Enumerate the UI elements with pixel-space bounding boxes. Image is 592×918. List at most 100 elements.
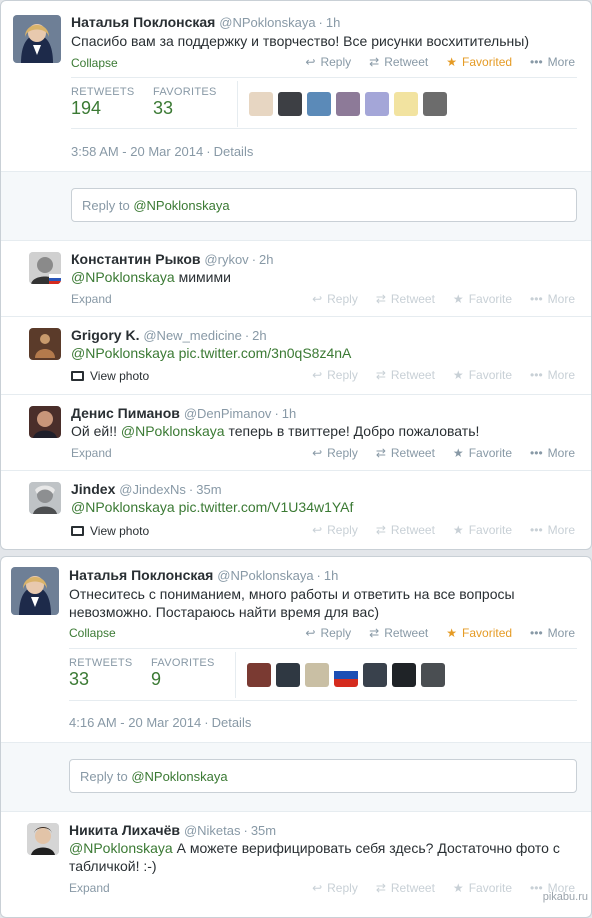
photo-link[interactable]: pic.twitter.com/V1U34w1YAf	[179, 499, 354, 515]
author-name[interactable]: Наталья Поклонская	[69, 567, 213, 583]
tweet-datetime[interactable]: 3:58 AM - 20 Mar 2014	[71, 144, 203, 159]
favorite-button[interactable]: ★ Favorited	[446, 55, 512, 69]
tweet-time[interactable]: 35m	[196, 482, 221, 497]
author-handle[interactable]: @Niketas	[184, 823, 241, 838]
author-handle[interactable]: @NPoklonskaya	[217, 568, 313, 583]
reply-button[interactable]: ↩ Reply	[305, 626, 351, 640]
avatar[interactable]	[29, 482, 61, 514]
author-handle[interactable]: @NPoklonskaya	[219, 15, 315, 30]
favoriter-avatar[interactable]	[307, 92, 331, 116]
reply-tweet[interactable]: Денис Пиманов @DenPimanov · 1h Ой ей!! @NP…	[1, 394, 591, 470]
collapse-link[interactable]: Collapse	[69, 626, 116, 640]
avatar[interactable]	[29, 328, 61, 360]
avatar[interactable]	[11, 567, 59, 615]
author-handle[interactable]: @DenPimanov	[184, 406, 272, 421]
mention-link[interactable]: @NPoklonskaya	[71, 345, 175, 361]
reply-tweet[interactable]: Grigory K. @New_medicine · 2h @NPoklonskay…	[1, 316, 591, 394]
avatar[interactable]	[13, 15, 61, 63]
reply-button[interactable]: ↩ Reply	[312, 446, 358, 460]
favoriter-avatar[interactable]	[247, 663, 271, 687]
tweet-datetime[interactable]: 4:16 AM - 20 Mar 2014	[69, 715, 201, 730]
retweets-stat[interactable]: RETWEETS 194	[71, 86, 135, 119]
author-name[interactable]: Наталья Поклонская	[71, 14, 215, 30]
more-button[interactable]: ••• More	[530, 523, 575, 537]
mention-link[interactable]: @NPoklonskaya	[69, 840, 173, 856]
reply-input[interactable]: Reply to @NPoklonskaya	[71, 188, 577, 222]
expand-link[interactable]: Expand	[71, 446, 112, 460]
author-handle[interactable]: @JindexNs	[119, 482, 186, 497]
favoriter-avatar[interactable]	[276, 663, 300, 687]
favorite-button[interactable]: ★ Favorite	[453, 292, 512, 306]
author-name[interactable]: Константин Рыков	[71, 251, 201, 267]
avatar[interactable]	[29, 252, 61, 284]
favoriter-avatar[interactable]	[394, 92, 418, 116]
tweet-time[interactable]: 1h	[324, 568, 338, 583]
more-button[interactable]: ••• More	[530, 55, 575, 69]
reply-button[interactable]: ↩ Reply	[305, 55, 351, 69]
view-photo-link[interactable]: View photo	[71, 369, 149, 383]
author-name[interactable]: Никита Лихачёв	[69, 822, 180, 838]
reply-button[interactable]: ↩ Reply	[312, 292, 358, 306]
author-name[interactable]: Grigory K.	[71, 327, 139, 343]
main-tweet[interactable]: Наталья Поклонская @NPoklonskaya · 1h Отне…	[1, 557, 591, 741]
reply-button[interactable]: ↩ Reply	[312, 881, 358, 895]
tweet-time[interactable]: 35m	[251, 823, 276, 838]
reply-tweet[interactable]: Константин Рыков @rykov · 2h @NPoklonskaya…	[1, 240, 591, 316]
favorite-button[interactable]: ★ Favorite	[453, 881, 512, 895]
favorites-stat[interactable]: FAVORITES 33	[153, 86, 217, 119]
favorite-button[interactable]: ★ Favorited	[446, 626, 512, 640]
mention-link[interactable]: @NPoklonskaya	[121, 423, 225, 439]
collapse-link[interactable]: Collapse	[71, 56, 118, 70]
details-link[interactable]: Details	[214, 144, 254, 159]
retweet-button[interactable]: ⇄ Retweet	[376, 881, 435, 895]
tweet-time[interactable]: 1h	[326, 15, 340, 30]
favoriter-avatar[interactable]	[365, 92, 389, 116]
favoriter-avatar[interactable]	[363, 663, 387, 687]
mention-link[interactable]: @NPoklonskaya	[71, 499, 175, 515]
retweet-button[interactable]: ⇄ Retweet	[376, 446, 435, 460]
reply-button[interactable]: ↩ Reply	[312, 523, 358, 537]
author-handle[interactable]: @rykov	[204, 252, 248, 267]
tweet-time[interactable]: 2h	[252, 328, 266, 343]
tweet-time[interactable]: 1h	[282, 406, 296, 421]
favorite-button[interactable]: ★ Favorite	[453, 368, 512, 382]
reply-tweet[interactable]: Jindex @JindexNs · 35m @NPoklonskaya pic.t…	[1, 470, 591, 549]
reply-tweet[interactable]: Никита Лихачёв @Niketas · 35m @NPoklonskay…	[1, 811, 591, 901]
photo-link[interactable]: pic.twitter.com/3n0qS8z4nA	[179, 345, 352, 361]
retweet-button[interactable]: ⇄ Retweet	[376, 523, 435, 537]
favoriter-avatar[interactable]	[423, 92, 447, 116]
favoriter-avatar[interactable]	[305, 663, 329, 687]
favorites-stat[interactable]: FAVORITES 9	[151, 657, 215, 690]
more-button[interactable]: ••• More	[530, 626, 575, 640]
expand-link[interactable]: Expand	[71, 292, 112, 306]
favoriter-avatar[interactable]	[392, 663, 416, 687]
favoriter-avatar[interactable]	[421, 663, 445, 687]
avatar[interactable]	[29, 406, 61, 438]
expand-link[interactable]: Expand	[69, 881, 110, 895]
retweets-stat[interactable]: RETWEETS 33	[69, 657, 133, 690]
mention-link[interactable]: @NPoklonskaya	[71, 269, 175, 285]
favorite-button[interactable]: ★ Favorite	[453, 523, 512, 537]
details-link[interactable]: Details	[212, 715, 252, 730]
favoriter-avatar[interactable]	[336, 92, 360, 116]
more-button[interactable]: ••• More	[530, 292, 575, 306]
reply-input[interactable]: Reply to @NPoklonskaya	[69, 759, 577, 793]
more-button[interactable]: ••• More	[530, 368, 575, 382]
author-name[interactable]: Денис Пиманов	[71, 405, 180, 421]
author-handle[interactable]: @New_medicine	[143, 328, 241, 343]
reply-button[interactable]: ↩ Reply	[312, 368, 358, 382]
main-tweet[interactable]: Наталья Поклонская @NPoklonskaya · 1h Спас…	[1, 1, 591, 171]
favoriter-avatar[interactable]	[334, 663, 358, 687]
favoriter-avatar[interactable]	[278, 92, 302, 116]
author-name[interactable]: Jindex	[71, 481, 115, 497]
retweet-button[interactable]: ⇄ Retweet	[369, 626, 428, 640]
view-photo-link[interactable]: View photo	[71, 524, 149, 538]
retweet-button[interactable]: ⇄ Retweet	[376, 292, 435, 306]
more-button[interactable]: ••• More	[530, 446, 575, 460]
retweet-button[interactable]: ⇄ Retweet	[376, 368, 435, 382]
avatar[interactable]	[27, 823, 59, 855]
favoriter-avatar[interactable]	[249, 92, 273, 116]
tweet-time[interactable]: 2h	[259, 252, 273, 267]
retweet-button[interactable]: ⇄ Retweet	[369, 55, 428, 69]
favorite-button[interactable]: ★ Favorite	[453, 446, 512, 460]
